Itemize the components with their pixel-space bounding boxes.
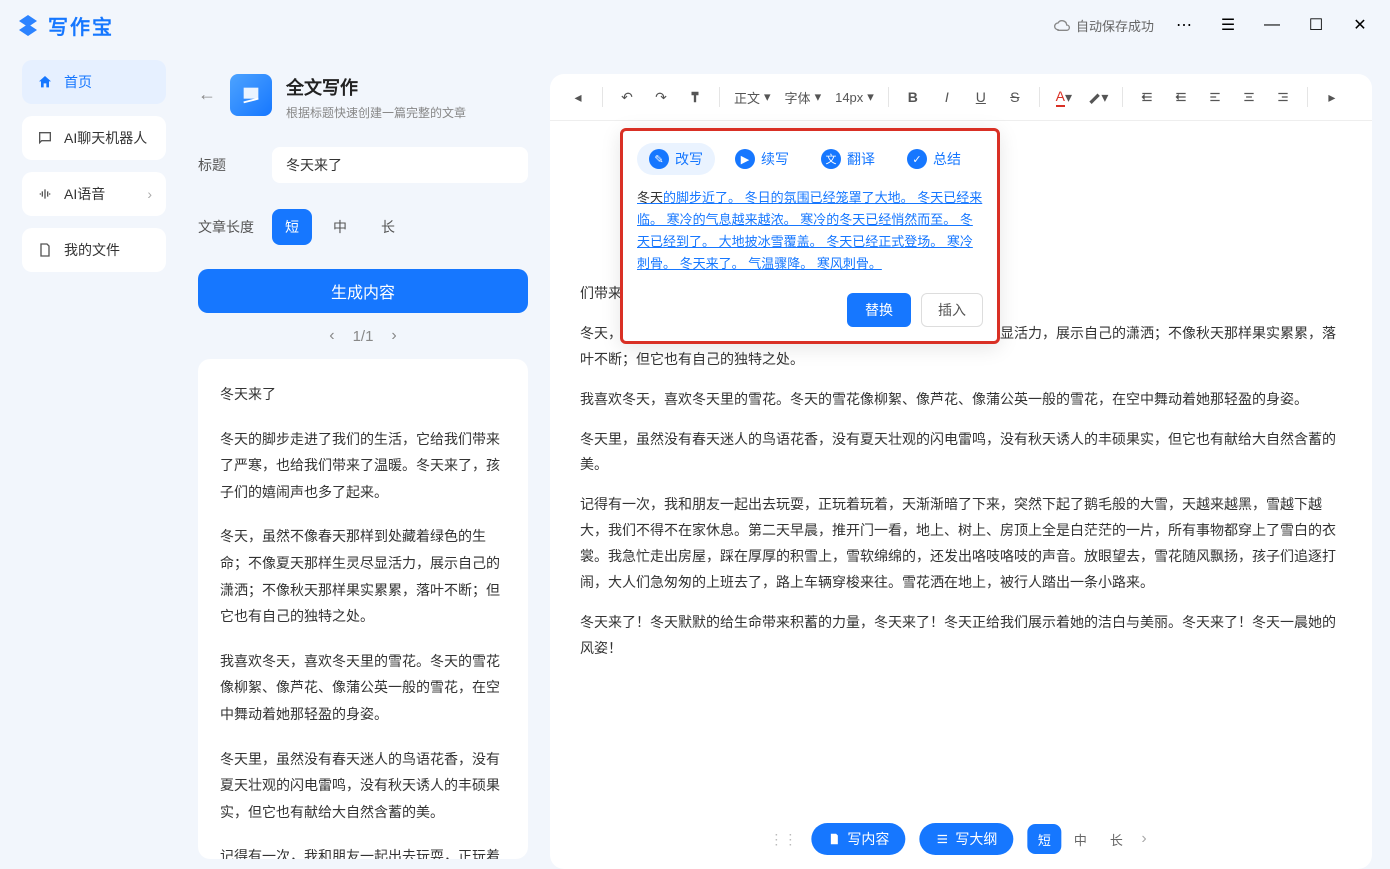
- editor-paragraph: 冬天里，虽然没有春天迷人的鸟语花香，没有夏天壮观的闪电雷鸣，没有秋天诱人的丰硕果…: [580, 427, 1342, 479]
- title-label: 标题: [198, 155, 254, 175]
- generate-button[interactable]: 生成内容: [198, 269, 528, 313]
- close-button[interactable]: ✕: [1346, 11, 1374, 39]
- text-style-select[interactable]: 正文▾: [728, 88, 777, 107]
- summary-icon: ✓: [907, 149, 927, 169]
- preview-card: 冬天来了 冬天的脚步走进了我们的生活，它给我们带来了严寒，也给我们带来了温暖。冬…: [198, 359, 528, 859]
- logo-icon: [16, 13, 40, 37]
- ai-tab-rewrite[interactable]: ✎ 改写: [637, 143, 715, 175]
- align-left-button[interactable]: [1199, 82, 1231, 112]
- autosave-status: 自动保存成功: [1054, 16, 1154, 35]
- drag-handle-icon[interactable]: ⋮⋮: [769, 831, 797, 848]
- sidebar-item-voice[interactable]: AI语音 ›: [22, 172, 166, 216]
- sidebar-item-files[interactable]: 我的文件: [22, 228, 166, 272]
- pager-indicator: 1/1: [353, 328, 374, 345]
- home-icon: [36, 73, 54, 91]
- sidebar-item-chatbot[interactable]: AI聊天机器人: [22, 116, 166, 160]
- sidebar-item-label: AI聊天机器人: [64, 128, 147, 148]
- length-label: 文章长度: [198, 217, 254, 237]
- font-size-select[interactable]: 14px▾: [829, 89, 880, 105]
- align-right-button[interactable]: [1267, 82, 1299, 112]
- editor-toolbar: ◂ ↶ ↷ 正文▾ 字体▾ 14px▾ B I U S A ▾ ▾ ▸: [550, 74, 1372, 121]
- bottom-length-long[interactable]: 长: [1099, 824, 1133, 854]
- strike-button[interactable]: S: [999, 82, 1031, 112]
- format-paint-button[interactable]: [679, 82, 711, 112]
- undo-button[interactable]: ↶: [611, 82, 643, 112]
- rewrite-icon: ✎: [649, 149, 669, 169]
- align-center-button[interactable]: [1233, 82, 1265, 112]
- pager-prev[interactable]: ‹: [329, 327, 334, 345]
- chat-icon: [36, 129, 54, 147]
- italic-button[interactable]: I: [931, 82, 963, 112]
- font-color-button[interactable]: A ▾: [1048, 82, 1080, 112]
- voice-icon: [36, 185, 54, 203]
- write-content-button[interactable]: 写内容: [811, 823, 905, 855]
- ai-tab-continue[interactable]: ▶ 续写: [723, 143, 801, 175]
- feature-icon: [230, 74, 272, 116]
- bottom-length-short[interactable]: 短: [1027, 824, 1061, 854]
- font-select[interactable]: 字体▾: [779, 88, 828, 107]
- list-icon: [935, 832, 949, 846]
- chevron-right-icon: ›: [147, 186, 152, 202]
- preview-paragraph: 冬天的脚步走进了我们的生活，它给我们带来了严寒，也给我们带来了温暖。冬天来了，孩…: [220, 426, 506, 506]
- translate-icon: 文: [821, 149, 841, 169]
- preview-paragraph: 冬天里，虽然没有春天迷人的鸟语花香，没有夏天壮观的闪电雷鸣，没有秋天诱人的丰硕果…: [220, 746, 506, 826]
- back-button[interactable]: ←: [198, 84, 216, 105]
- file-icon: [36, 241, 54, 259]
- indent-decrease-button[interactable]: [1131, 82, 1163, 112]
- doc-icon: [827, 832, 841, 846]
- ai-tab-translate[interactable]: 文 翻译: [809, 143, 887, 175]
- app-logo: 写作宝: [16, 11, 114, 40]
- bold-button[interactable]: B: [897, 82, 929, 112]
- length-long[interactable]: 长: [368, 209, 408, 245]
- toolbar-prev[interactable]: ◂: [562, 82, 594, 112]
- preview-paragraph: 冬天，虽然不像春天那样到处藏着绿色的生命；不像夏天那样生灵尽显活力，展示自己的潇…: [220, 523, 506, 629]
- ai-popup: ✎ 改写 ▶ 续写 文 翻译 ✓ 总结 冬天的脚步近了。 冬日的氛围已经笼罩了大…: [620, 128, 1000, 344]
- sidebar-item-label: 首页: [64, 72, 92, 92]
- length-mid[interactable]: 中: [320, 209, 360, 245]
- length-short[interactable]: 短: [272, 209, 312, 245]
- insert-button[interactable]: 插入: [921, 293, 983, 327]
- panel-title: 全文写作: [286, 74, 466, 100]
- editor-paragraph: 我喜欢冬天，喜欢冬天里的雪花。冬天的雪花像柳絮、像芦花、像蒲公英一般的雪花，在空…: [580, 387, 1342, 413]
- minimize-button[interactable]: —: [1258, 11, 1286, 39]
- editor-paragraph: 冬天来了！冬天默默的给生命带来积蓄的力量，冬天来了！冬天正给我们展示着她的洁白与…: [580, 610, 1342, 662]
- continue-icon: ▶: [735, 149, 755, 169]
- sidebar-item-label: AI语音: [64, 184, 105, 204]
- cloud-icon: [1054, 17, 1070, 33]
- length-next[interactable]: ›: [1135, 830, 1152, 848]
- app-name: 写作宝: [48, 11, 114, 40]
- ai-result-text: 冬天的脚步近了。 冬日的氛围已经笼罩了大地。 冬天已经来临。 寒冷的气息越来越浓…: [637, 187, 983, 275]
- preview-title: 冬天来了: [220, 381, 506, 408]
- more-button[interactable]: ⋯: [1170, 11, 1198, 39]
- ai-tab-summary[interactable]: ✓ 总结: [895, 143, 973, 175]
- toolbar-next[interactable]: ▸: [1316, 82, 1348, 112]
- sidebar: 首页 AI聊天机器人 AI语音 › 我的文件: [0, 50, 180, 869]
- preview-paragraph: 记得有一次，我和朋友一起出去玩耍，正玩着玩着，天渐渐暗了下来，突然下起了鹅毛般的…: [220, 843, 506, 859]
- underline-button[interactable]: U: [965, 82, 997, 112]
- sidebar-item-label: 我的文件: [64, 240, 120, 260]
- redo-button[interactable]: ↷: [645, 82, 677, 112]
- menu-button[interactable]: ☰: [1214, 11, 1242, 39]
- indent-increase-button[interactable]: [1165, 82, 1197, 112]
- write-outline-button[interactable]: 写大纲: [919, 823, 1013, 855]
- editor-paragraph: 记得有一次，我和朋友一起出去玩耍，正玩着玩着，天渐渐暗了下来，突然下起了鹅毛般的…: [580, 492, 1342, 596]
- bottom-length-mid[interactable]: 中: [1063, 824, 1097, 854]
- sidebar-item-home[interactable]: 首页: [22, 60, 166, 104]
- panel-subtitle: 根据标题快速创建一篇完整的文章: [286, 104, 466, 121]
- replace-button[interactable]: 替换: [847, 293, 911, 327]
- title-input[interactable]: [272, 147, 528, 183]
- bottom-bar: ⋮⋮ 写内容 写大纲 短 中 长 ›: [769, 823, 1152, 855]
- highlight-button[interactable]: ▾: [1082, 82, 1114, 112]
- preview-paragraph: 我喜欢冬天，喜欢冬天里的雪花。冬天的雪花像柳絮、像芦花、像蒲公英一般的雪花，在空…: [220, 648, 506, 728]
- maximize-button[interactable]: ☐: [1302, 11, 1330, 39]
- pager-next[interactable]: ›: [391, 327, 396, 345]
